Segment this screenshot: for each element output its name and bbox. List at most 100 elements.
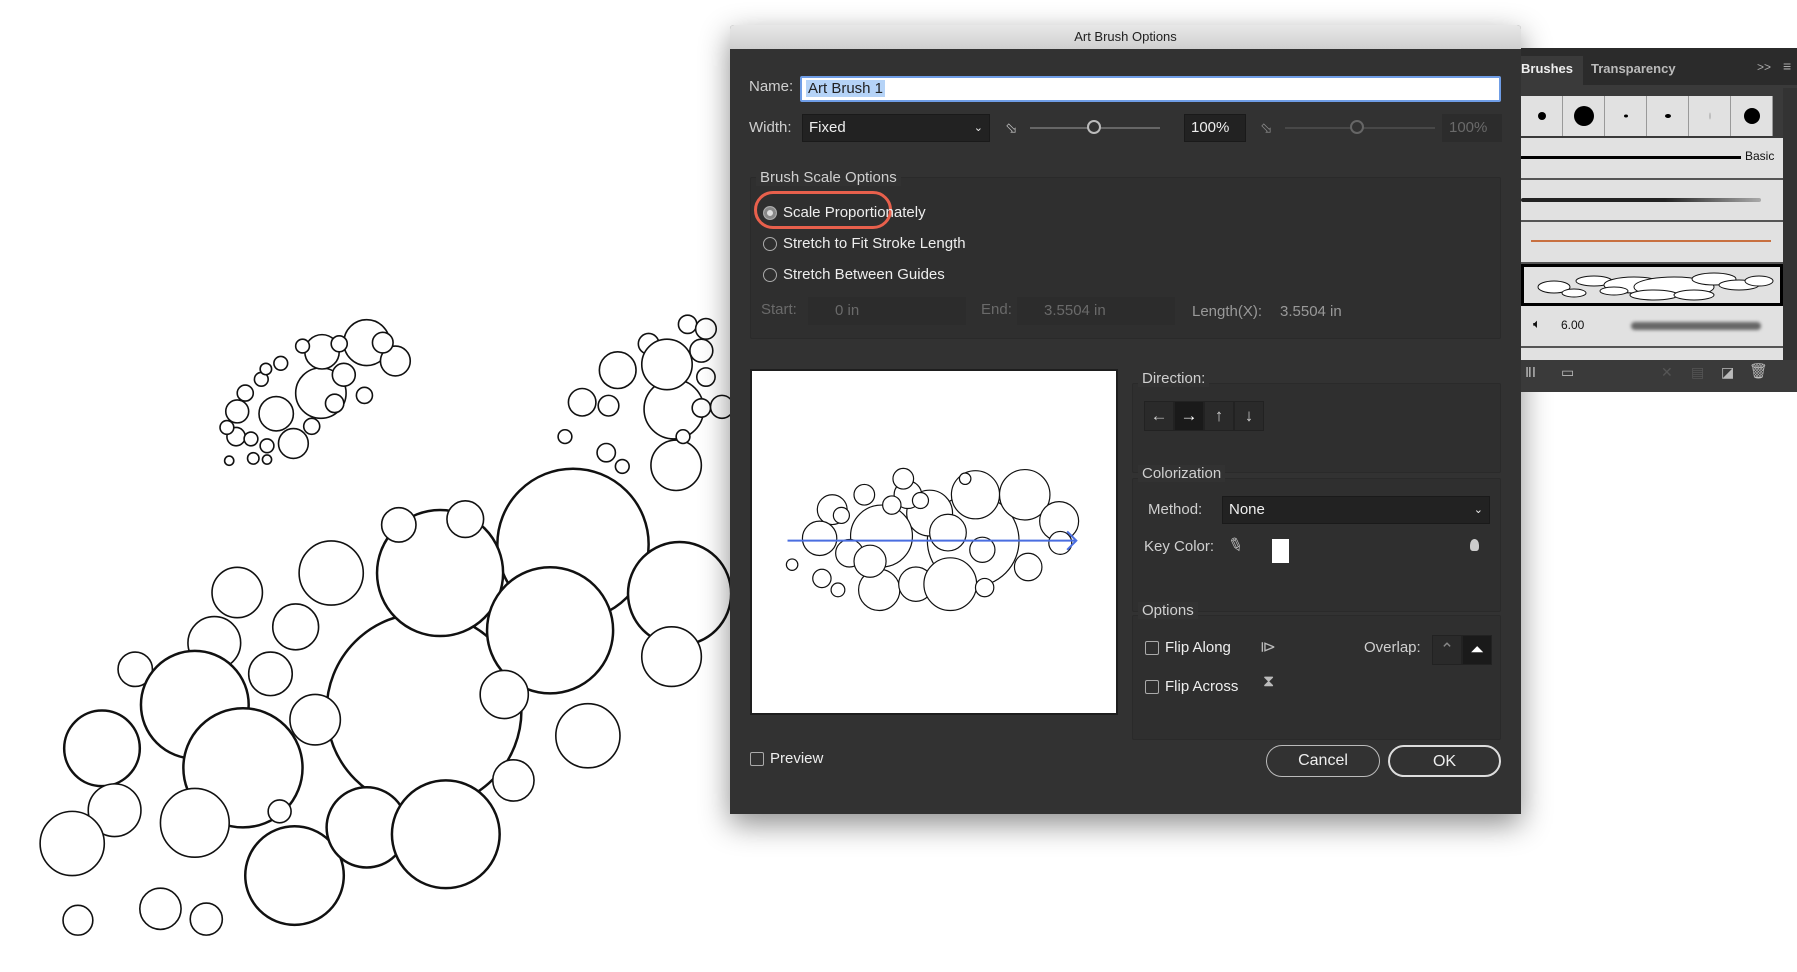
name-input[interactable]: Art Brush 1 (800, 76, 1501, 102)
cancel-button[interactable]: Cancel (1266, 745, 1380, 777)
bubble-circle (882, 495, 902, 515)
bubble-circle (224, 399, 250, 424)
bubble-circle (675, 428, 691, 445)
brush-swatch[interactable] (1605, 96, 1647, 136)
flip-along-checkbox[interactable]: Flip Along (1145, 639, 1231, 656)
bubble-circle (371, 331, 394, 354)
bubble-circle (139, 887, 182, 931)
bubble-circle (258, 395, 295, 432)
bubble-circle (243, 431, 259, 447)
remove-stroke-icon[interactable]: ✕ (1661, 364, 1673, 381)
length-value: 3.5504 in (1280, 303, 1342, 320)
end-input: 3.5504 in (1017, 297, 1175, 325)
brush-swatch[interactable] (1731, 96, 1773, 136)
pressure-min-icon: ⬂ (1005, 120, 1018, 137)
radio-icon (763, 267, 777, 282)
width-slider-thumb[interactable] (1087, 120, 1101, 134)
bubble-circle (219, 419, 235, 436)
brush-art-brush-1[interactable] (1521, 264, 1783, 306)
bubble-circle (694, 317, 718, 341)
panel-scrollbar[interactable] (1783, 88, 1797, 360)
options-icon[interactable]: ▤ (1691, 364, 1704, 381)
direction-left-button[interactable]: ← (1144, 401, 1174, 431)
flip-across-checkbox[interactable]: Flip Across (1145, 678, 1238, 695)
checkbox-icon (750, 751, 764, 766)
brush-bristle[interactable]: 🔈︎ 6.00 (1521, 306, 1783, 348)
width-select[interactable]: Fixed ⌄ (802, 114, 990, 142)
key-color-swatch[interactable] (1272, 539, 1289, 563)
brush-swatch[interactable] (1521, 96, 1563, 136)
tab-transparency[interactable]: Transparency (1591, 56, 1676, 82)
bubble-circle (958, 472, 972, 486)
bubble-thumb (1561, 288, 1587, 298)
radio-icon (763, 205, 777, 220)
direction-right-button[interactable]: → (1174, 401, 1204, 431)
method-select[interactable]: None ⌄ (1222, 496, 1490, 524)
checkbox-icon (1145, 640, 1159, 655)
new-brush-icon[interactable]: ◪ (1721, 364, 1734, 381)
bubble-circle (597, 394, 620, 417)
options-label: Options (1138, 602, 1198, 619)
overlap-adjust-button[interactable]: ⌃ (1432, 635, 1462, 665)
brush-arrow-decorative[interactable] (1521, 222, 1783, 264)
radio-stretch-between-guides[interactable]: Stretch Between Guides (763, 266, 945, 283)
direction-up-button[interactable]: ↑ (1204, 401, 1234, 431)
brush-swatch[interactable] (1689, 96, 1731, 136)
bubble-circle (812, 568, 832, 589)
variation-slider-thumb (1350, 120, 1364, 134)
bubble-circle (330, 334, 349, 353)
flip-across-icon: ⧗ (1263, 673, 1275, 690)
brush-swatch[interactable] (1563, 96, 1605, 136)
width-percent-input[interactable]: 100% (1184, 114, 1246, 142)
bubble-circle (479, 669, 530, 720)
overlap-none-button[interactable]: ⏶ (1462, 635, 1492, 665)
bubble-circle (355, 386, 374, 405)
bubble-circle (853, 544, 887, 578)
bubble-circle (246, 451, 260, 465)
tab-brushes[interactable]: Brushes (1521, 56, 1583, 85)
bubble-circle (555, 702, 621, 769)
bubble-circle (289, 693, 342, 746)
end-label: End: (981, 301, 1012, 318)
bubble-circle (277, 427, 310, 460)
bubble-circle (298, 540, 365, 606)
radio-stretch-to-fit[interactable]: Stretch to Fit Stroke Length (763, 235, 966, 252)
bubble-circle (491, 758, 535, 802)
brush-pattern-row[interactable] (1521, 348, 1783, 360)
brush-basic[interactable]: Basic (1521, 138, 1783, 180)
brushes-panel: Brushes Transparency >> ≡ Basic 🔈︎ 6.00 Ⅱ… (1521, 48, 1797, 392)
brush-swatch[interactable] (1647, 96, 1689, 136)
pressure-max-icon: ⬂ (1260, 120, 1273, 137)
direction-down-button[interactable]: ↓ (1234, 401, 1264, 431)
variation-percent-input: 100% (1442, 114, 1502, 142)
radio-scale-proportionately[interactable]: Scale Proportionately (763, 204, 926, 221)
bubble-circle (640, 338, 693, 391)
menu-icon[interactable]: ≡ (1783, 58, 1791, 74)
brush-charcoal[interactable] (1521, 180, 1783, 222)
speaker-icon: 🔈︎ (1533, 316, 1541, 331)
bubble-circle (259, 438, 275, 454)
panel-collapse-icon[interactable]: >> (1757, 60, 1771, 74)
bubble-circle (695, 367, 716, 388)
bubble-circle (267, 799, 292, 824)
bubble-thumb (1673, 289, 1715, 301)
ok-button[interactable]: OK (1388, 745, 1501, 777)
bubble-circle (567, 387, 597, 417)
bubble-circle (189, 902, 224, 936)
bubble-circle (273, 355, 289, 371)
brush-libraries-icon[interactable]: ⅡⅠ (1525, 364, 1536, 381)
bubble-circle (832, 506, 851, 525)
bubble-thumb (1744, 275, 1774, 287)
bubble-circle (62, 709, 142, 788)
libraries-folder-icon[interactable]: ▭ (1561, 364, 1574, 381)
brush-size-label: 6.00 (1561, 318, 1585, 332)
brush-preview (750, 369, 1118, 715)
bubble-circle (650, 439, 703, 492)
trash-icon[interactable]: 🗑︎ (1749, 362, 1768, 380)
tips-lightbulb-icon[interactable] (1470, 539, 1479, 551)
overlap-label: Overlap: (1364, 639, 1421, 656)
bubble-circle (598, 351, 637, 390)
preview-checkbox[interactable]: Preview (750, 750, 823, 767)
bubble-circle (785, 558, 799, 572)
bubble-circle (853, 483, 876, 506)
